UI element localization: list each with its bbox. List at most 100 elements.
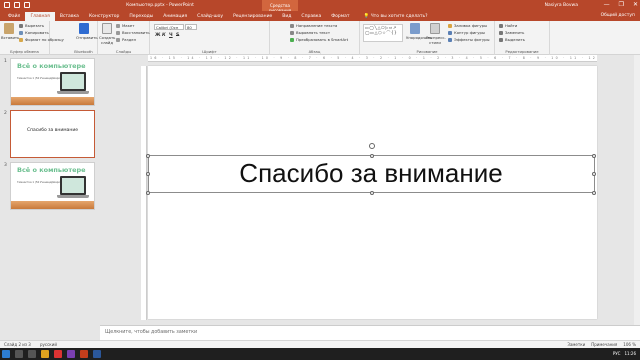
tab-format[interactable]: Формат	[326, 12, 354, 21]
share-label: Общий доступ	[600, 13, 635, 18]
tab-transitions[interactable]: Переходы	[124, 12, 158, 21]
clock[interactable]: 11:26	[624, 351, 636, 356]
copy-label: Копировать	[25, 30, 49, 35]
title-textbox[interactable]: Спасибо за внимание	[146, 143, 596, 195]
resize-handle[interactable]	[592, 172, 596, 176]
resize-handle[interactable]	[592, 153, 596, 158]
smartart-button[interactable]: Преобразовать в SmartArt	[290, 37, 348, 42]
powerpoint-window: Компьютер.pptx - PowerPoint Средства рис…	[0, 0, 640, 360]
slide-title[interactable]: Спасибо за внимание	[149, 158, 594, 189]
slide-canvas[interactable]: Спасибо за внимание	[146, 66, 597, 319]
share-button[interactable]: Общий доступ	[601, 12, 635, 20]
shape-fill-button[interactable]: Заливка фигуры	[448, 23, 487, 28]
shape-outline-button[interactable]: Контур фигуры	[448, 30, 485, 35]
language-indicator[interactable]: русский	[40, 341, 57, 348]
desk-image	[11, 97, 94, 105]
cut-button[interactable]: Вырезать	[19, 23, 44, 28]
paste-button[interactable]: Вставить	[1, 23, 20, 40]
slide-thumbnail-1[interactable]: Всё о компьютере Гимнастка 1 (50 Ученица…	[10, 58, 95, 106]
reset-icon	[116, 30, 120, 35]
slide-number: 1	[4, 59, 7, 64]
strikethrough-button[interactable]: S	[176, 33, 179, 38]
tab-design[interactable]: Конструктор	[84, 12, 124, 21]
resize-handle[interactable]	[146, 153, 150, 158]
bluetooth-send-button[interactable]: Отправить	[76, 23, 98, 40]
language-tray[interactable]: РУС	[613, 351, 621, 356]
arrange-icon	[410, 23, 420, 34]
group-font: Calibri (Осн 80 Ж К Ч S Шрифт	[150, 21, 270, 55]
app-icon[interactable]	[67, 350, 75, 358]
reset-button[interactable]: Восстановить	[116, 30, 150, 35]
group-drawing: ▭◯╲△⬠▷⇨↗ ◯▭△⬡☆⌒{} Упорядочить Экспресс-с…	[360, 21, 495, 55]
resize-handle[interactable]	[369, 153, 374, 158]
effects-icon	[448, 37, 452, 42]
file-explorer-icon[interactable]	[41, 350, 49, 358]
new-slide-label: Создать слайд	[99, 35, 116, 45]
underline-button[interactable]: Ч	[169, 33, 173, 38]
font-size-select[interactable]: 80	[185, 24, 197, 30]
select-button[interactable]: Выделить	[499, 37, 525, 42]
group-editing: Найти Заменить Выделить Редактирование	[495, 21, 550, 55]
maximize-button[interactable]: ❐	[619, 1, 624, 8]
tab-file[interactable]: Файл	[3, 12, 25, 21]
notes-pane[interactable]: Щелкните, чтобы добавить заметки	[100, 325, 640, 340]
arrange-button[interactable]: Упорядочить	[406, 23, 432, 40]
tab-review[interactable]: Рецензирование	[228, 12, 277, 21]
slide-thumbnail-3[interactable]: Всё о компьютере Гимнастка 1 (50 Ученица…	[10, 162, 95, 210]
search-icon[interactable]	[15, 350, 23, 358]
bold-button[interactable]: Ж	[155, 33, 161, 38]
close-button[interactable]: ✕	[633, 1, 638, 8]
copy-button[interactable]: Копировать	[19, 30, 49, 35]
section-button[interactable]: Раздел	[116, 37, 136, 42]
browser-icon[interactable]	[54, 350, 62, 358]
tab-insert[interactable]: Вставка	[55, 12, 84, 21]
group-bluetooth: Отправить Bluetooth	[70, 21, 98, 55]
italic-button[interactable]: К	[162, 33, 166, 38]
select-label: Выделить	[505, 37, 525, 42]
comments-toggle[interactable]: Примечания	[591, 341, 617, 348]
vertical-scrollbar[interactable]	[634, 55, 640, 325]
start-icon[interactable]	[2, 350, 10, 358]
thumb-title: Всё о компьютере	[17, 62, 86, 70]
shape-effects-button[interactable]: Эффекты фигуры	[448, 37, 490, 42]
quick-styles-button[interactable]: Экспресс-стили	[426, 23, 446, 45]
tab-help[interactable]: Справка	[296, 12, 326, 21]
text-direction-button[interactable]: Направление текста	[290, 23, 337, 28]
layout-button[interactable]: Макет	[116, 23, 134, 28]
format-painter-label: Формат по образцу	[25, 37, 64, 42]
laptop-base	[57, 91, 89, 94]
font-name-select[interactable]: Calibri (Осн	[154, 24, 184, 30]
group-paragraph: Направление текста Выровнять текст Преоб…	[270, 21, 360, 55]
tab-view[interactable]: Вид	[277, 12, 296, 21]
slide-thumbnail-2[interactable]: Спасибо за внимание	[10, 110, 95, 158]
minimize-button[interactable]: —	[604, 1, 610, 8]
tab-slideshow[interactable]: Слайд-шоу	[192, 12, 228, 21]
shapes-gallery[interactable]: ▭◯╲△⬠▷⇨↗ ◯▭△⬡☆⌒{}	[363, 24, 403, 42]
format-painter-button[interactable]: Формат по образцу	[19, 37, 64, 42]
zoom-level[interactable]: 106 %	[623, 341, 636, 348]
notes-toggle[interactable]: Заметки	[567, 341, 585, 348]
user-name[interactable]: Nasiyra Bovwa	[545, 3, 578, 8]
tab-animations[interactable]: Анимация	[158, 12, 192, 21]
resize-handle[interactable]	[146, 172, 150, 176]
resize-handle[interactable]	[146, 190, 150, 195]
tell-me-search[interactable]: 💡 Что вы хотите сделать?	[361, 12, 431, 21]
paint-bucket-icon	[448, 23, 452, 28]
bluetooth-group-label: Bluetooth	[74, 49, 93, 54]
title-bar: Компьютер.pptx - PowerPoint Средства рис…	[0, 0, 640, 13]
rotate-handle[interactable]	[368, 143, 375, 149]
quick-styles-label: Экспресс-стили	[426, 35, 446, 45]
task-view-icon[interactable]	[28, 350, 36, 358]
new-slide-button[interactable]: Создать слайд	[99, 23, 115, 45]
align-text-button[interactable]: Выровнять текст	[290, 30, 330, 35]
find-button[interactable]: Найти	[499, 23, 517, 28]
replace-button[interactable]: Заменить	[499, 30, 524, 35]
resize-handle[interactable]	[592, 190, 596, 195]
laptop-image	[60, 72, 86, 91]
paste-label: Вставить	[1, 35, 20, 40]
word-icon[interactable]	[93, 350, 101, 358]
paragraph-group-label: Абзац	[308, 49, 321, 54]
tab-home[interactable]: Главная	[25, 12, 55, 21]
powerpoint-icon[interactable]	[80, 350, 88, 358]
resize-handle[interactable]	[369, 190, 374, 195]
